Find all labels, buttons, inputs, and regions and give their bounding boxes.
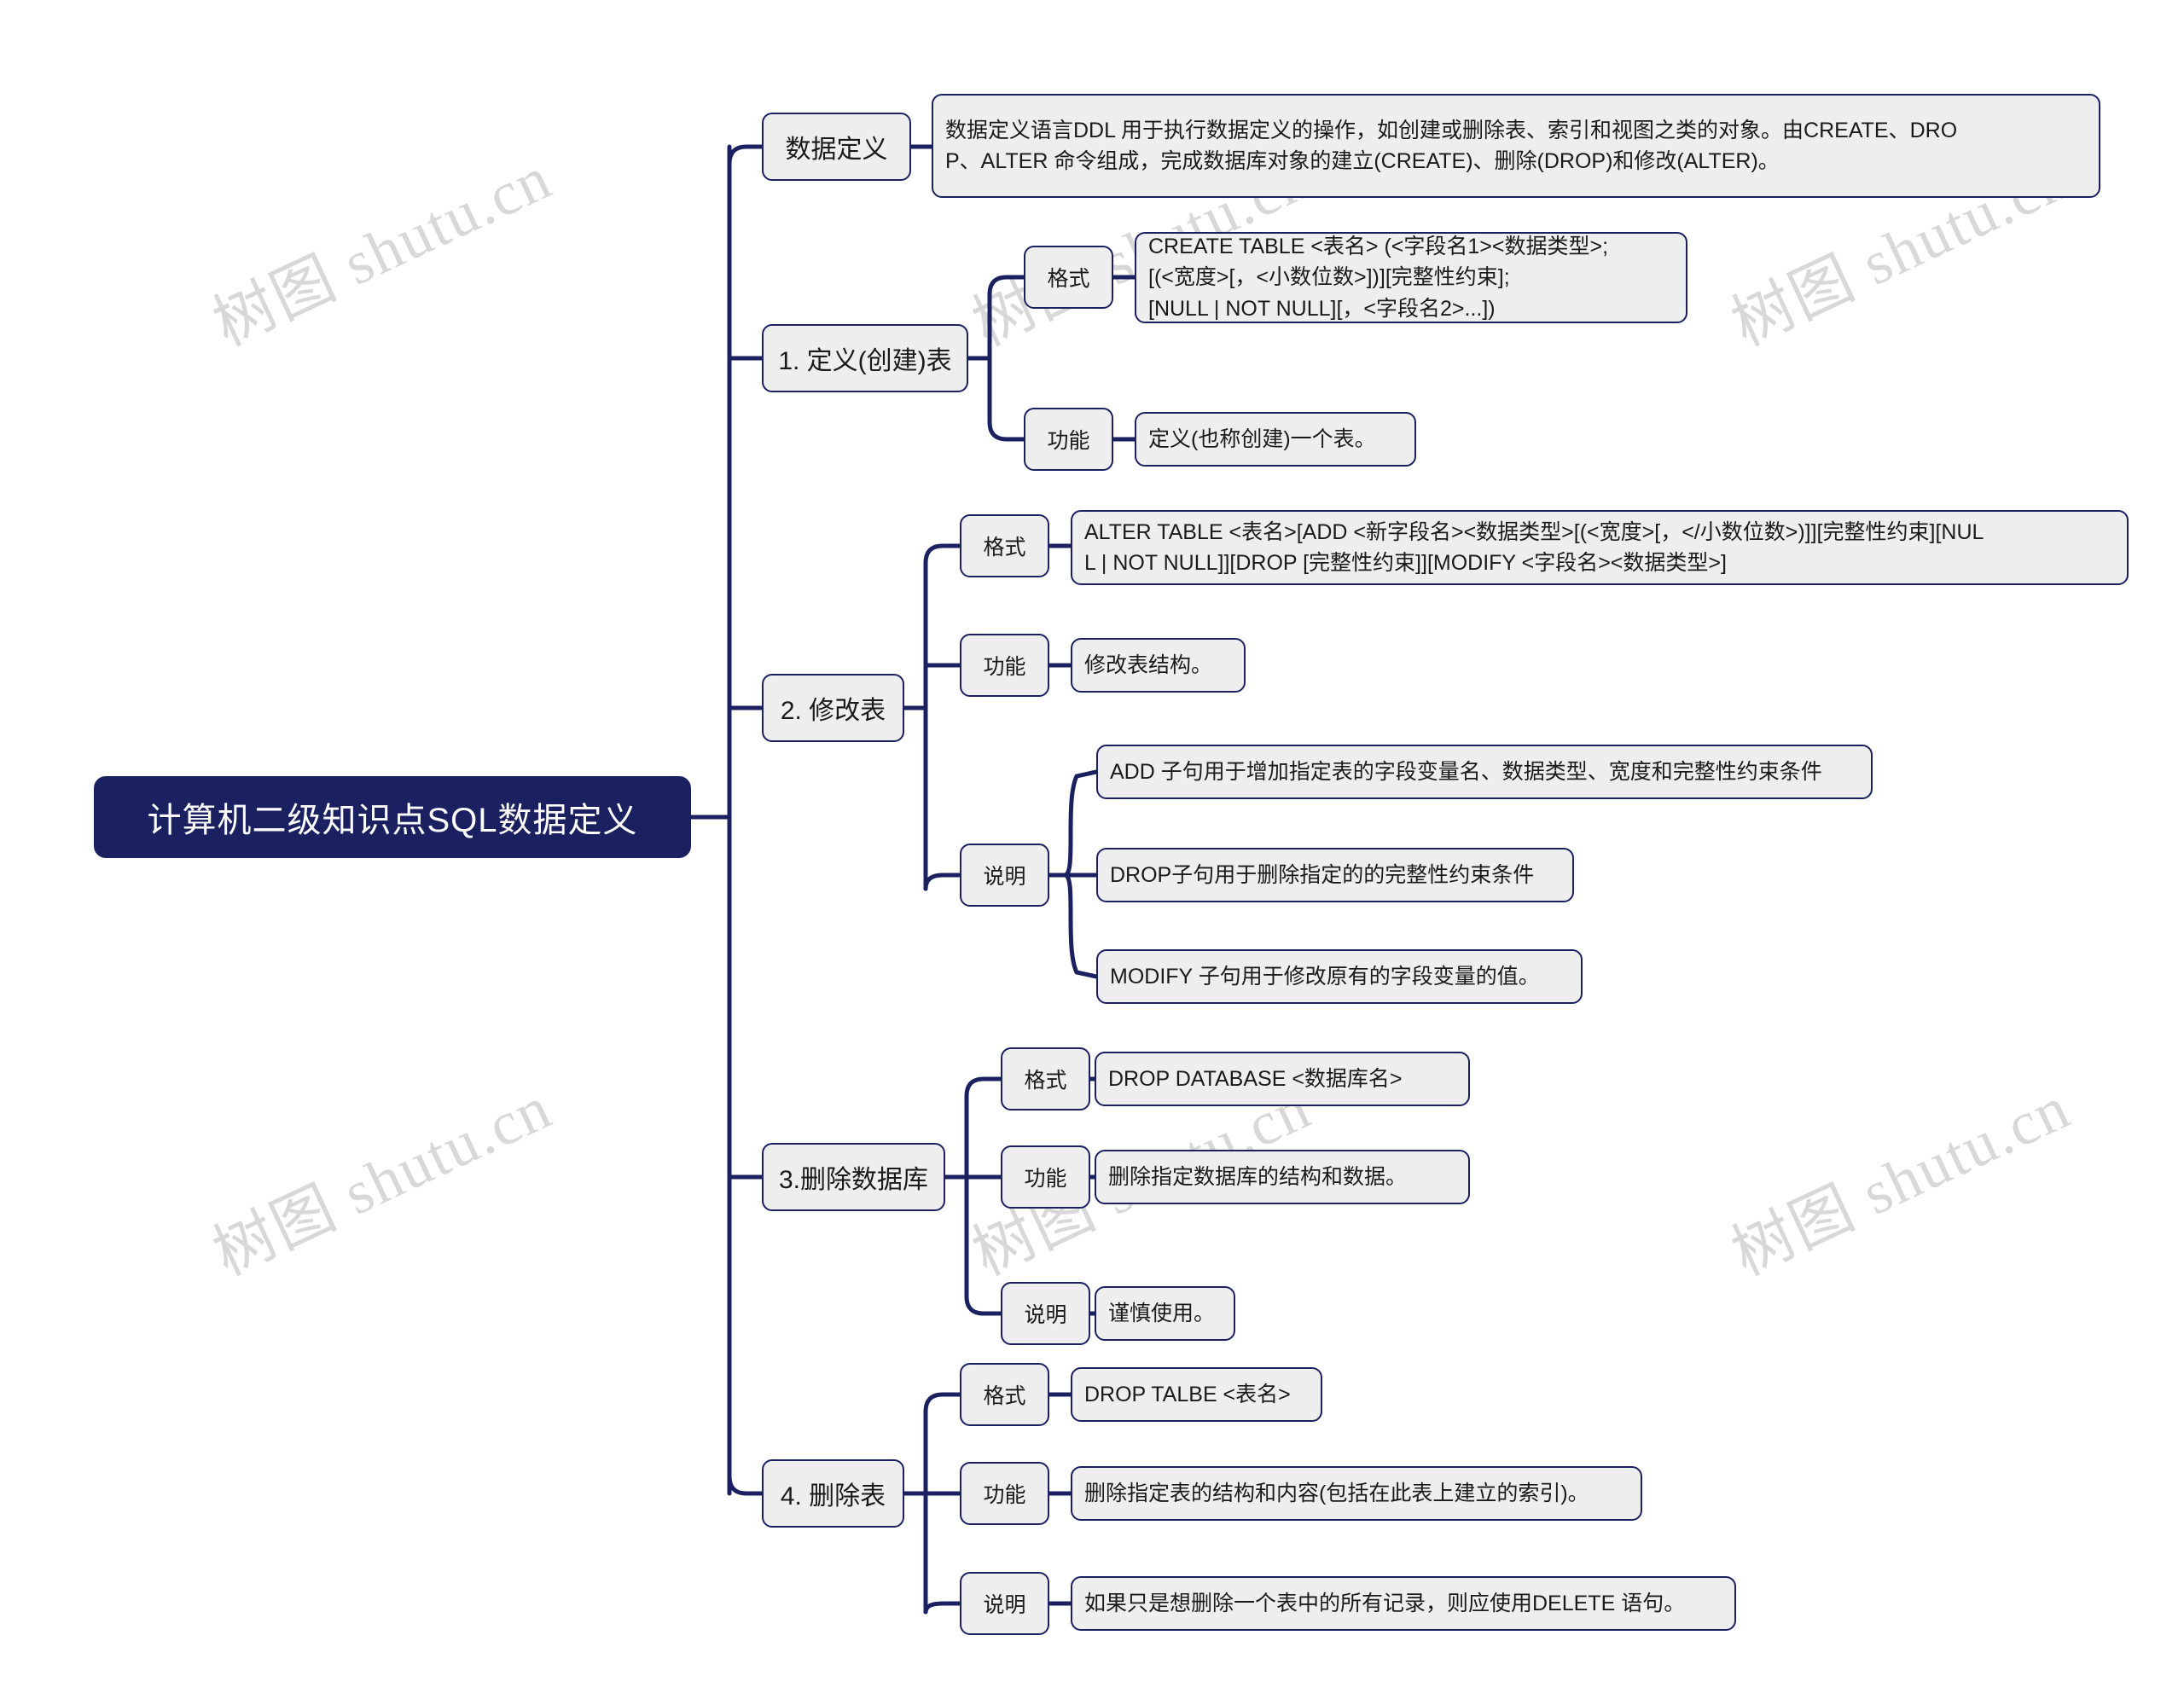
key-node-format-drop-table[interactable]: 格式 (960, 1363, 1049, 1426)
connector-b3-shuoming-leaf3 (1062, 873, 1099, 979)
root-node[interactable]: 计算机二级知识点SQL数据定义 (94, 776, 691, 858)
leaf-alter-table-syntax[interactable]: ALTER TABLE <表名>[ADD <新字段名><数据类型>[(<宽度>[… (1071, 510, 2129, 585)
key-node-label: 功能 (1047, 429, 1090, 453)
key-node-format-alter[interactable]: 格式 (960, 514, 1049, 577)
leaf-text: DROP子句用于删除指定的的完整性约束条件 (1110, 862, 1535, 887)
leaf-text: ALTER TABLE <表名>[ADD <新字段名><数据类型>[(<宽度>[… (1084, 519, 1984, 575)
connector-b5-geshi (923, 1392, 962, 1414)
branch-node-label: 4. 删除表 (780, 1482, 886, 1511)
key-node-function-alter[interactable]: 功能 (960, 634, 1049, 697)
leaf-drop-database-note[interactable]: 谨慎使用。 (1095, 1286, 1235, 1341)
branch-node-drop-database[interactable]: 3.删除数据库 (762, 1143, 945, 1211)
branch-node-create-table[interactable]: 1. 定义(创建)表 (762, 324, 968, 392)
leaf-drop-database-syntax[interactable]: DROP DATABASE <数据库名> (1095, 1052, 1470, 1106)
leaf-text: MODIFY 子句用于修改原有的字段变量的值。 (1110, 964, 1540, 989)
connector-branch-1 (727, 144, 764, 166)
watermark: 树图 shutu.cn (203, 143, 562, 359)
leaf-drop-database-function[interactable]: 删除指定数据库的结构和数据。 (1095, 1150, 1470, 1204)
connector-b5-shuoming (923, 1601, 962, 1615)
key-node-label: 格式 (983, 536, 1026, 560)
watermark: 树图 shutu.cn (1722, 1073, 2081, 1289)
leaf-text: 如果只是想删除一个表中的所有记录，则应使用DELETE 语句。 (1084, 1591, 1686, 1615)
branch-node-label: 数据定义 (785, 136, 888, 164)
connector-b2-gongneng (987, 420, 1026, 442)
key-node-format-create[interactable]: 格式 (1024, 246, 1113, 309)
leaf-text: 修改表结构。 (1084, 652, 1213, 677)
leaf-ddl-description[interactable]: 数据定义语言DDL 用于执行数据定义的操作，如创建或删除表、索引和视图之类的对象… (932, 94, 2100, 198)
connector-b2-geshi (987, 275, 1026, 297)
leaf-text: 定义(也称创建)一个表。 (1148, 426, 1376, 451)
branch-node-label: 3.删除数据库 (778, 1166, 929, 1194)
connector-b4-geshi (964, 1076, 1003, 1099)
connector-b3-geshi (923, 543, 962, 565)
connector-branch-5 (727, 1474, 764, 1496)
leaf-text: DROP DATABASE <数据库名> (1108, 1066, 1403, 1091)
leaf-create-table-function[interactable]: 定义(也称创建)一个表。 (1135, 412, 1416, 467)
key-node-function-drop-db[interactable]: 功能 (1001, 1145, 1090, 1209)
branch-node-label: 2. 修改表 (780, 697, 886, 725)
key-node-format-drop-db[interactable]: 格式 (1001, 1047, 1090, 1110)
key-node-label: 格式 (1024, 1069, 1067, 1093)
leaf-text: 数据定义语言DDL 用于执行数据定义的操作，如创建或删除表、索引和视图之类的对象… (945, 118, 1958, 173)
leaf-drop-table-note[interactable]: 如果只是想删除一个表中的所有记录，则应使用DELETE 语句。 (1071, 1576, 1736, 1631)
key-node-label: 说明 (1024, 1303, 1067, 1327)
leaf-alter-table-function[interactable]: 修改表结构。 (1071, 638, 1246, 693)
mindmap-canvas: 树图 shutu.cn 树图 shutu.cn 树图 shutu.cn 树图 s… (0, 0, 2184, 1699)
leaf-drop-table-syntax[interactable]: DROP TALBE <表名> (1071, 1367, 1322, 1422)
key-node-note-drop-db[interactable]: 说明 (1001, 1282, 1090, 1345)
leaf-text: 删除指定表的结构和内容(包括在此表上建立的索引)。 (1084, 1481, 1589, 1505)
branch-node-label: 1. 定义(创建)表 (778, 347, 952, 375)
key-node-label: 功能 (983, 655, 1026, 679)
root-node-label: 计算机二级知识点SQL数据定义 (147, 802, 638, 839)
connector-b3-shuoming-leaf1 (1062, 769, 1099, 878)
leaf-alter-note-drop[interactable]: DROP子句用于删除指定的的完整性约束条件 (1096, 848, 1574, 902)
leaf-create-table-syntax[interactable]: CREATE TABLE <表名> (<字段名1><数据类型>; [(<宽度>[… (1135, 232, 1687, 323)
leaf-text: ADD 子句用于增加指定表的字段变量名、数据类型、宽度和完整性约束条件 (1110, 759, 1822, 784)
connector-b3-shuoming (923, 873, 962, 891)
watermark: 树图 shutu.cn (203, 1073, 562, 1289)
key-node-label: 说明 (983, 1593, 1026, 1617)
branch-node-data-definition[interactable]: 数据定义 (762, 113, 911, 181)
branch-node-alter-table[interactable]: 2. 修改表 (762, 674, 904, 742)
leaf-alter-note-add[interactable]: ADD 子句用于增加指定表的字段变量名、数据类型、宽度和完整性约束条件 (1096, 745, 1873, 799)
leaf-text: CREATE TABLE <表名> (<字段名1><数据类型>; [(<宽度>[… (1148, 235, 1609, 321)
key-node-function-drop-table[interactable]: 功能 (960, 1462, 1049, 1525)
leaf-text: DROP TALBE <表名> (1084, 1382, 1291, 1406)
key-node-note-drop-table[interactable]: 说明 (960, 1572, 1049, 1635)
key-node-function-create[interactable]: 功能 (1024, 408, 1113, 471)
key-node-label: 格式 (983, 1384, 1026, 1408)
branch-node-drop-table[interactable]: 4. 删除表 (762, 1459, 904, 1528)
key-node-note-alter[interactable]: 说明 (960, 844, 1049, 907)
leaf-alter-note-modify[interactable]: MODIFY 子句用于修改原有的字段变量的值。 (1096, 949, 1583, 1004)
key-node-label: 格式 (1047, 267, 1090, 291)
key-node-label: 功能 (983, 1483, 1026, 1507)
leaf-drop-table-function[interactable]: 删除指定表的结构和内容(包括在此表上建立的索引)。 (1071, 1466, 1642, 1521)
key-node-label: 功能 (1024, 1167, 1067, 1191)
key-node-label: 说明 (983, 865, 1026, 889)
connector-b4-shuoming (964, 1294, 1003, 1316)
leaf-text: 删除指定数据库的结构和数据。 (1108, 1164, 1408, 1189)
leaf-text: 谨慎使用。 (1108, 1301, 1216, 1325)
